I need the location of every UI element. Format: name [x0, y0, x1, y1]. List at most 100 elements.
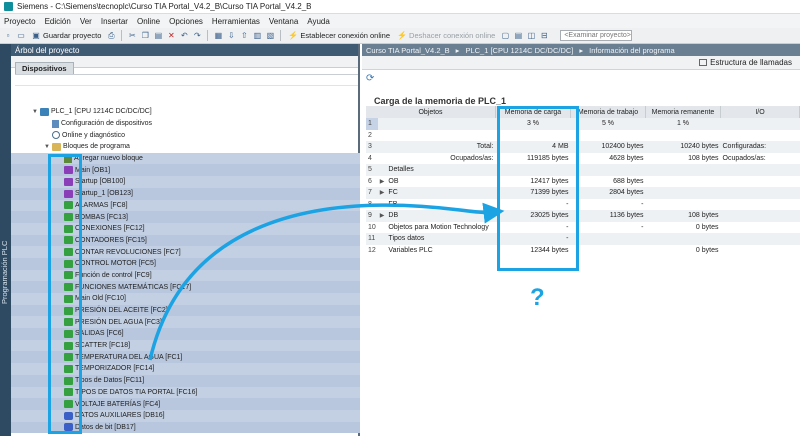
- retentive-memory-cell: 108 bytes: [645, 210, 721, 222]
- copy-icon[interactable]: ❐: [140, 31, 150, 41]
- row-index-cell: 3: [366, 141, 378, 153]
- expand-toggle-icon[interactable]: ▼: [43, 144, 51, 150]
- tree-item-label: Bloques de programa: [63, 143, 130, 151]
- menu-herramientas[interactable]: Herramientas: [212, 17, 260, 26]
- redo-icon[interactable]: ↷: [192, 31, 202, 41]
- objects-cell: Variables PLC: [388, 246, 433, 254]
- expand-toggle-icon[interactable]: ▼: [31, 109, 39, 115]
- column-header-retentive-memory[interactable]: Memoria remanente: [645, 106, 721, 118]
- table-row[interactable]: 12 Variables PLC 12344 bytes 0 bytes: [366, 245, 800, 257]
- online-diagnostics-icon: [52, 131, 60, 140]
- menu-proyecto[interactable]: Proyecto: [4, 17, 36, 26]
- download-icon[interactable]: ⇩: [226, 31, 236, 41]
- row-index-cell: 5: [366, 164, 378, 176]
- upload-icon[interactable]: ⇧: [239, 31, 249, 41]
- table-row[interactable]: 6 ▶ OB 12417 bytes 688 bytes: [366, 176, 800, 188]
- split-vertical-icon[interactable]: ⊟: [539, 31, 549, 41]
- row-index-cell: 11: [366, 233, 378, 245]
- delete-icon[interactable]: ✕: [166, 31, 176, 41]
- expand-toggle-icon[interactable]: ▶: [377, 187, 387, 199]
- table-row[interactable]: 9 ▶ DB 23025 bytes 1136 bytes 108 bytes: [366, 210, 800, 222]
- io-cell: [721, 130, 800, 142]
- expand-toggle-icon[interactable]: ▶: [377, 210, 387, 222]
- row-index-cell: 7: [366, 187, 378, 199]
- menu-ayuda[interactable]: Ayuda: [307, 17, 330, 26]
- compile-icon[interactable]: ▦: [213, 31, 223, 41]
- tree-item-label: TEMPERATURA DEL AGUA [FC1]: [75, 353, 183, 361]
- retentive-memory-cell: [646, 176, 721, 188]
- table-row[interactable]: 11 Tipos datos -: [366, 233, 800, 245]
- column-header-io[interactable]: I/O: [720, 106, 800, 118]
- undo-icon[interactable]: ↶: [179, 31, 189, 41]
- objects-cell: FC: [386, 187, 496, 199]
- breadcrumb-item-program-info[interactable]: Información del programa: [589, 46, 674, 55]
- tab-call-structure[interactable]: Estructura de llamadas: [699, 58, 792, 67]
- tree-item-label: Configuración de dispositivos: [61, 120, 153, 128]
- tree-item[interactable]: ▼ PLC_1 [CPU 1214C DC/DC/DC]: [11, 106, 360, 118]
- tree-item-label: CONEXIONES [FC12]: [75, 225, 145, 233]
- menu-insertar[interactable]: Insertar: [101, 17, 128, 26]
- call-structure-icon: [699, 59, 708, 66]
- row-index-cell: 8: [368, 200, 372, 208]
- go-online-button[interactable]: ⚡ Establecer conexión online: [286, 31, 392, 41]
- new-project-icon[interactable]: ▫: [3, 31, 13, 41]
- menu-online[interactable]: Online: [137, 17, 160, 26]
- tree-item-label: Agregar nuevo bloque: [74, 155, 143, 163]
- work-memory-cell: 2804 bytes: [570, 187, 646, 199]
- breadcrumb: Curso TIA Portal_V4.2_B ▸ PLC_1 [CPU 121…: [362, 44, 800, 56]
- column-header-objects[interactable]: Objetos: [366, 106, 496, 118]
- table-row[interactable]: 8 FB - -: [366, 199, 800, 211]
- expand-toggle-icon: [378, 245, 387, 257]
- open-project-icon[interactable]: ▭: [16, 31, 26, 41]
- print-icon[interactable]: ⎙: [106, 31, 116, 41]
- program-info-tabs: Estructura de llamadas: [362, 56, 800, 70]
- siemens-logo-icon: [4, 2, 13, 11]
- main-toolbar: ▫ ▭ ▣ Guardar proyecto ⎙ ✂ ❐ ▤ ✕ ↶ ↷ ▦ ⇩…: [0, 28, 800, 44]
- menu-opciones[interactable]: Opciones: [169, 17, 203, 26]
- objects-cell: Total:: [386, 141, 496, 153]
- tree-item-label: VOLTAJE BATERÍAS [FC4]: [75, 400, 161, 408]
- objects-cell: DB: [386, 210, 496, 222]
- tree-item[interactable]: Configuración de dispositivos: [11, 118, 360, 130]
- table-row[interactable]: 4 Ocupados/as: 119185 bytes 4628 bytes 108 b…: [366, 153, 800, 165]
- retentive-memory-cell: 1 %: [645, 118, 721, 130]
- table-row[interactable]: 10 Objetos para Motion Technology - -0 byte…: [366, 222, 800, 234]
- tree-item-label: PRESIÓN DEL AGUA [FC3]: [75, 318, 162, 326]
- table-row[interactable]: 5 Detalles: [366, 164, 800, 176]
- menu-ventana[interactable]: Ventana: [269, 17, 298, 26]
- column-header-work-memory[interactable]: Memoria de trabajo: [570, 106, 646, 118]
- tree-item-label: PRESIÓN DEL ACEITE [FC2]: [75, 307, 168, 315]
- tree-item-label: CONTROL MOTOR [FC5]: [75, 260, 156, 268]
- table-row[interactable]: 7 ▶ FC 71399 bytes 2804 bytes: [366, 187, 800, 199]
- objects-cell: Tipos datos: [386, 233, 496, 245]
- refresh-icon[interactable]: ⟳: [366, 73, 374, 84]
- breadcrumb-item-project[interactable]: Curso TIA Portal_V4.2_B: [366, 46, 450, 55]
- objects-cell: FB: [388, 200, 398, 208]
- simulation-icon[interactable]: ▥: [252, 31, 262, 41]
- table-row[interactable]: 13 % 5 % 1 %: [366, 118, 800, 130]
- project-search-input[interactable]: <Examinar proyecto>: [560, 30, 633, 41]
- cut-icon[interactable]: ✂: [127, 31, 137, 41]
- tree-item[interactable]: ▼ Bloques de programa: [11, 141, 360, 153]
- save-project-button[interactable]: ▣ Guardar proyecto: [29, 31, 103, 41]
- tab-devices[interactable]: Dispositivos: [15, 62, 74, 74]
- accessible-devices-icon[interactable]: ▢: [500, 31, 510, 41]
- menu-ver[interactable]: Ver: [80, 17, 92, 26]
- compare-icon[interactable]: ▧: [265, 31, 275, 41]
- io-cell: [721, 245, 800, 257]
- menu-edicion[interactable]: Edición: [45, 17, 71, 26]
- cross-reference-icon[interactable]: ▤: [513, 31, 523, 41]
- row-index-cell: 1: [366, 118, 378, 130]
- tree-item[interactable]: Online y diagnóstico: [11, 129, 360, 141]
- paste-icon[interactable]: ▤: [153, 31, 163, 41]
- retentive-memory-cell: 108 bytes: [688, 154, 719, 162]
- go-offline-button[interactable]: ⚡ Deshacer conexión online: [395, 31, 497, 41]
- expand-toggle-icon[interactable]: ▶: [378, 176, 387, 188]
- breadcrumb-item-plc[interactable]: PLC_1 [CPU 1214C DC/DC/DC]: [465, 46, 573, 55]
- table-row[interactable]: 3 Total: 4 MB 102400 bytes 10240 bytes Config…: [366, 141, 800, 153]
- plc-icon: [40, 107, 49, 116]
- split-horizontal-icon[interactable]: ◫: [526, 31, 536, 41]
- expand-toggle-icon: [378, 199, 387, 211]
- table-row[interactable]: 2: [366, 130, 800, 142]
- expand-toggle-icon: [377, 164, 387, 176]
